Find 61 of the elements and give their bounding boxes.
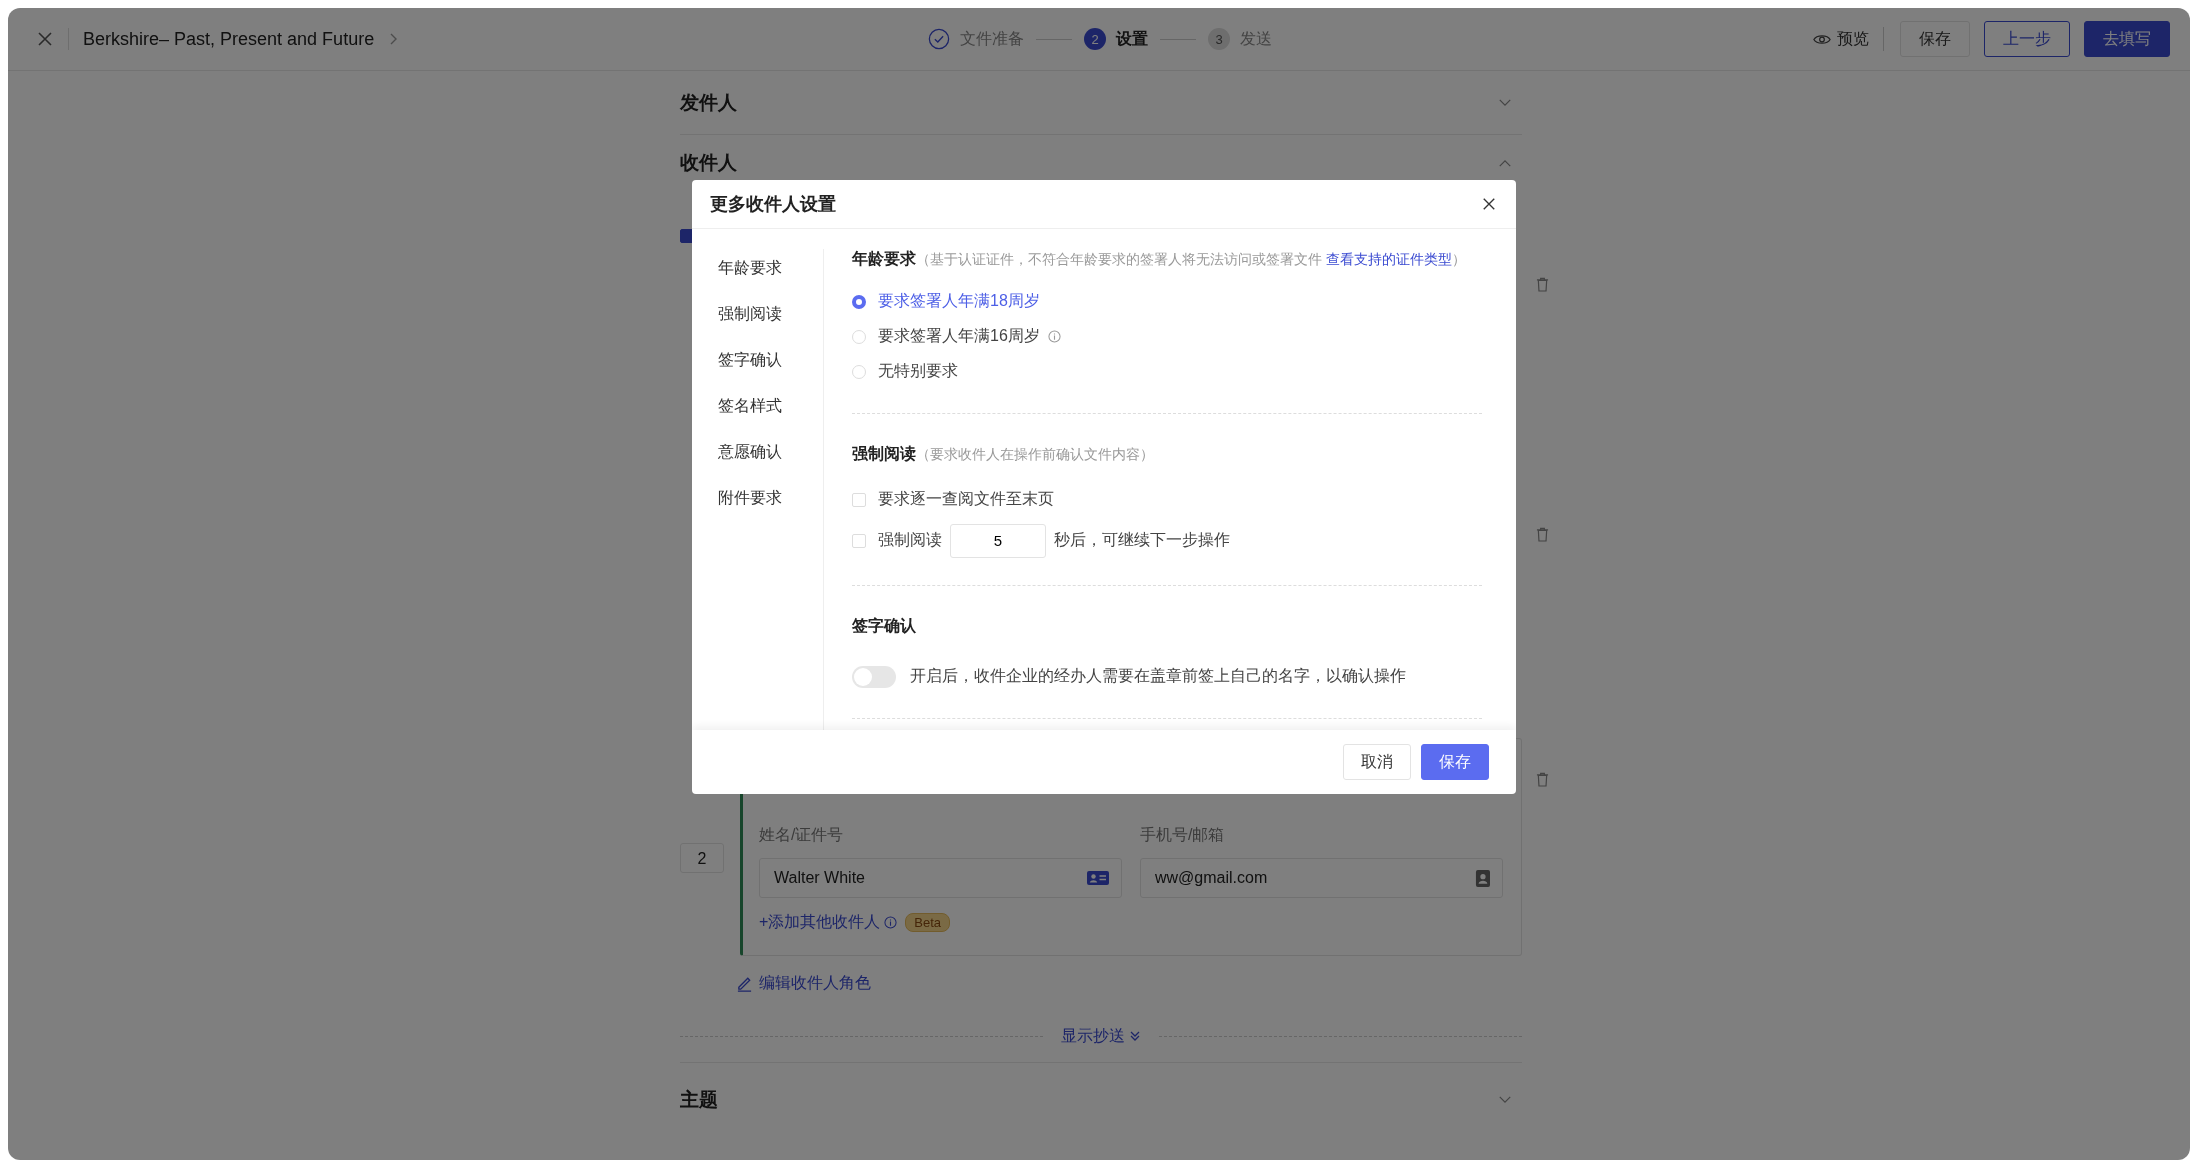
add-recipient-link[interactable]: +添加其他收件人 bbox=[759, 912, 881, 933]
section-title: 强制阅读 bbox=[852, 444, 916, 464]
preview-button[interactable]: 预览 bbox=[1813, 28, 1869, 50]
section-title: 发件人 bbox=[680, 90, 737, 115]
chevron-up-icon[interactable] bbox=[1498, 158, 1512, 168]
toggle-description: 开启后，收件企业的经办人需要在盖章前签上自己的名字，以确认操作 bbox=[910, 666, 1406, 686]
option-label: 要求签署人年满18周岁 bbox=[878, 291, 1040, 311]
show-cc-link[interactable]: 显示抄送 bbox=[1061, 1025, 1141, 1047]
section-title: 年龄要求 bbox=[852, 249, 916, 269]
nav-item[interactable]: 附件要求 bbox=[718, 487, 823, 509]
radio-button[interactable] bbox=[852, 294, 866, 309]
section-note: ） bbox=[1452, 251, 1466, 269]
toolbar-button[interactable]: 上一步 bbox=[1984, 21, 2070, 57]
section-note: （要求收件人在操作前确认文件内容） bbox=[916, 446, 1154, 464]
nav-item[interactable]: 签字确认 bbox=[718, 349, 823, 371]
edit-roles-link[interactable]: 编辑收件人角色 bbox=[736, 972, 871, 994]
nav-item[interactable]: 意愿确认 bbox=[718, 441, 823, 463]
double-chevron-down-icon bbox=[1129, 1030, 1141, 1042]
nav-item[interactable]: 强制阅读 bbox=[718, 303, 823, 325]
step-label: 文件准备 bbox=[960, 28, 1024, 49]
close-icon[interactable] bbox=[1482, 197, 1496, 211]
eye-icon bbox=[1813, 32, 1831, 46]
nav-item[interactable]: 年龄要求 bbox=[718, 257, 823, 279]
cancel-button[interactable]: 取消 bbox=[1343, 744, 1411, 780]
beta-badge: Beta bbox=[905, 913, 951, 932]
option-suffix: 秒后，可继续下一步操作 bbox=[1054, 530, 1230, 550]
option-label: 强制阅读 bbox=[878, 530, 942, 550]
trash-icon[interactable] bbox=[1536, 277, 1549, 292]
field-label: 手机号/邮箱 bbox=[1140, 825, 1226, 845]
section-title: 签字确认 bbox=[852, 616, 916, 636]
option-label: 要求逐一查阅文件至末页 bbox=[878, 489, 1054, 509]
field-label: 姓名/证件号 bbox=[759, 825, 845, 845]
id-types-link[interactable]: 查看支持的证件类型 bbox=[1326, 251, 1452, 269]
trash-icon[interactable] bbox=[1536, 527, 1549, 542]
chevron-down-icon[interactable] bbox=[1498, 98, 1512, 107]
section-note: （基于认证证件，不符合年龄要求的签署人将无法访问或签署文件 bbox=[916, 251, 1322, 269]
option-label: 要求签署人年满16周岁 bbox=[878, 326, 1040, 346]
toolbar-button[interactable]: 保存 bbox=[1900, 21, 1970, 57]
name-field[interactable]: Walter White bbox=[759, 858, 1122, 898]
contact-field[interactable]: ww@gmail.com bbox=[1140, 858, 1503, 898]
trash-icon[interactable] bbox=[1536, 772, 1549, 787]
chevron-down-icon[interactable] bbox=[1498, 1095, 1512, 1104]
step-label: 发送 bbox=[1240, 28, 1272, 49]
save-button[interactable]: 保存 bbox=[1421, 744, 1489, 780]
contact-icon[interactable] bbox=[1475, 869, 1490, 887]
info-icon bbox=[884, 916, 898, 929]
dialog-title: 更多收件人设置 bbox=[710, 193, 836, 216]
nav-item[interactable]: 签名样式 bbox=[718, 395, 823, 417]
section-title: 主题 bbox=[680, 1087, 718, 1112]
chevron-right-icon bbox=[388, 32, 399, 46]
step-number: 3 bbox=[1208, 28, 1230, 50]
section-title: 收件人 bbox=[680, 151, 737, 175]
id-card-icon[interactable] bbox=[1087, 871, 1109, 885]
step-label: 设置 bbox=[1116, 28, 1148, 49]
step-number: 2 bbox=[1084, 28, 1106, 50]
recipient-number: 2 bbox=[680, 843, 724, 873]
option-label: 无特别要求 bbox=[878, 361, 958, 381]
seconds-input[interactable]: 5 bbox=[950, 523, 1046, 558]
toolbar-button[interactable]: 去填写 bbox=[2084, 21, 2170, 57]
toggle-switch[interactable] bbox=[852, 665, 896, 688]
document-title[interactable]: Berkshire– Past, Present and Future bbox=[83, 28, 375, 50]
